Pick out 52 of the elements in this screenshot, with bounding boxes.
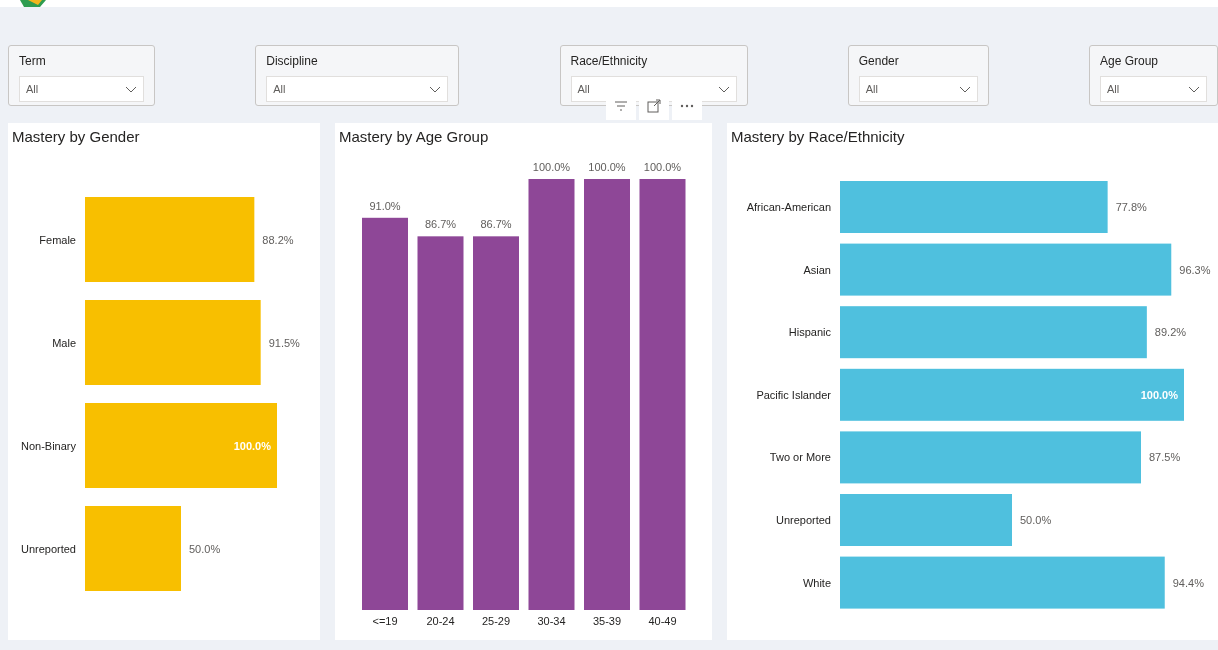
value-label: 100.0% bbox=[233, 439, 271, 452]
value-label: 100.0% bbox=[1140, 388, 1178, 401]
filter-label: Term bbox=[19, 54, 47, 68]
chart-title: Mastery by Age Group bbox=[338, 127, 490, 147]
filter-label: Age Group bbox=[1100, 54, 1160, 68]
category-label: African-American bbox=[746, 201, 831, 213]
category-label: <=19 bbox=[372, 615, 398, 627]
category-label: 30-34 bbox=[537, 615, 566, 627]
value-label: 87.5% bbox=[1149, 451, 1181, 464]
category-label: White bbox=[802, 576, 831, 589]
chevron-down-icon bbox=[125, 85, 137, 93]
filter-label: Race/Ethnicity bbox=[570, 54, 649, 68]
value-label: 100.0% bbox=[588, 161, 626, 173]
category-label: Unreported bbox=[775, 514, 831, 526]
category-label: Pacific Islander bbox=[756, 388, 831, 401]
filter-dropdown[interactable]: All bbox=[19, 76, 144, 102]
category-label: Asian bbox=[803, 263, 831, 276]
filter-label: Discipline bbox=[266, 54, 319, 68]
value-label: 86.7% bbox=[424, 218, 457, 231]
filter-label: Gender bbox=[858, 54, 900, 68]
value-label: 96.3% bbox=[1179, 263, 1211, 276]
category-label: 35-39 bbox=[592, 615, 622, 627]
category-label: 20-24 bbox=[426, 615, 455, 627]
value-label: 100.0% bbox=[532, 161, 571, 173]
chevron-down-icon bbox=[1188, 85, 1200, 93]
category-label: Two or More bbox=[769, 451, 831, 464]
value-label: 89.2% bbox=[1154, 326, 1187, 339]
filter-dropdown[interactable]: All bbox=[858, 76, 978, 102]
category-label: Female bbox=[39, 233, 76, 246]
chart-title: Mastery by Gender bbox=[11, 127, 141, 147]
filter-dropdown[interactable]: All bbox=[266, 76, 449, 102]
value-label: 100.0% bbox=[643, 161, 682, 173]
value-label: 94.4% bbox=[1172, 576, 1204, 589]
chevron-down-icon bbox=[429, 85, 442, 93]
filter-dropdown[interactable]: All bbox=[1100, 76, 1207, 102]
category-label: Hispanic bbox=[788, 326, 831, 339]
chevron-down-icon bbox=[717, 85, 730, 93]
value-label: 88.2% bbox=[262, 233, 294, 246]
value-label: 77.8% bbox=[1115, 201, 1147, 213]
category-label: 40-49 bbox=[648, 615, 677, 627]
category-label: Non-Binary bbox=[20, 439, 76, 452]
chevron-down-icon bbox=[958, 85, 971, 93]
category-label: Male bbox=[52, 336, 76, 349]
logo-icon bbox=[20, 0, 46, 7]
value-label: 50.0% bbox=[189, 542, 221, 555]
category-label: 25-29 bbox=[481, 615, 511, 627]
value-label: 50.0% bbox=[1020, 514, 1052, 526]
value-label: 91.5% bbox=[268, 336, 300, 349]
chart-title: Mastery by Race/Ethnicity bbox=[730, 127, 906, 147]
value-label: 91.0% bbox=[369, 199, 401, 212]
category-label: Unreported bbox=[20, 542, 76, 555]
value-label: 86.7% bbox=[480, 218, 512, 231]
